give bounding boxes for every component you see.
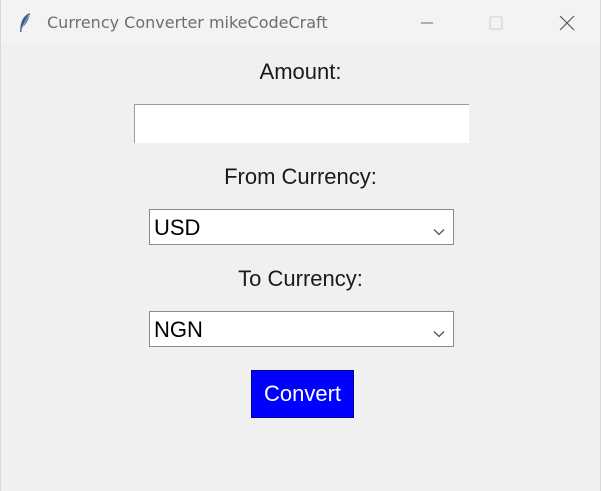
chevron-down-icon[interactable] [433, 223, 445, 241]
from-currency-label: From Currency: [224, 164, 377, 189]
minimize-button[interactable] [404, 0, 450, 46]
to-currency-select[interactable]: NGN [149, 311, 454, 347]
to-currency-label: To Currency: [238, 266, 363, 291]
to-currency-value: NGN [154, 317, 203, 342]
window-title: Currency Converter mikeCodeCraft [47, 13, 328, 32]
feather-icon [18, 12, 32, 34]
maximize-icon [489, 16, 503, 30]
convert-button[interactable]: Convert [251, 370, 354, 418]
from-currency-select[interactable]: USD [149, 209, 454, 245]
title-bar[interactable]: Currency Converter mikeCodeCraft [1, 0, 600, 46]
minimize-icon [421, 17, 433, 29]
close-icon [559, 15, 575, 31]
amount-label: Amount: [259, 59, 342, 84]
chevron-down-icon[interactable] [433, 325, 445, 343]
app-window: Currency Converter mikeCodeCraft Amount:… [0, 0, 601, 491]
maximize-button[interactable] [473, 0, 519, 46]
close-button[interactable] [544, 0, 590, 46]
from-currency-value: USD [154, 215, 201, 240]
amount-input[interactable] [134, 104, 469, 143]
